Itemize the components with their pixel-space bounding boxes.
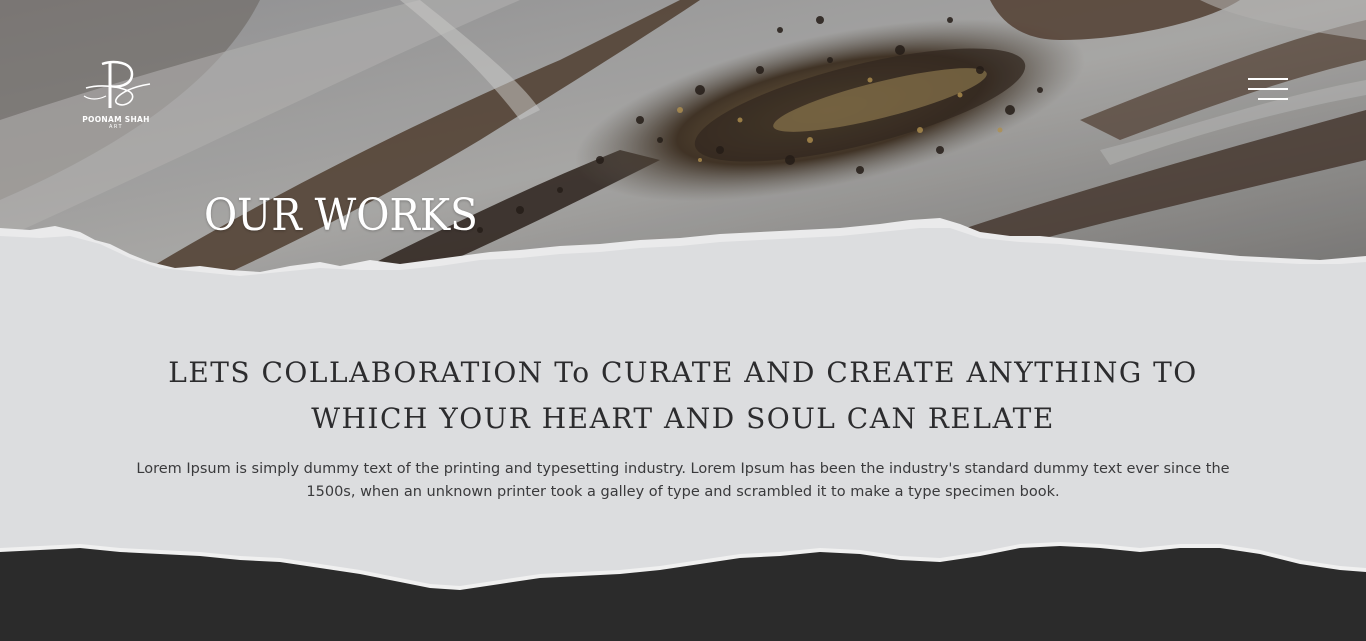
logo-name: POONAM SHAH bbox=[82, 115, 150, 124]
intro-headline: LETS COLLABORATION To CURATE AND CREATE … bbox=[168, 356, 1198, 435]
hamburger-line bbox=[1248, 88, 1288, 90]
page-title: OUR WORKS bbox=[204, 190, 478, 241]
site-logo[interactable]: POONAM SHAH ART bbox=[80, 58, 156, 134]
intro-body: Lorem Ipsum is simply dummy text of the … bbox=[136, 461, 1230, 500]
hero-banner: POONAM SHAH ART OUR WORKS bbox=[0, 0, 1366, 290]
logo-subtitle: ART bbox=[108, 124, 124, 130]
hamburger-line bbox=[1258, 98, 1288, 100]
intro-section: LETS COLLABORATION To CURATE AND CREATE … bbox=[0, 350, 1366, 504]
logo-monogram-icon bbox=[83, 60, 151, 108]
menu-button[interactable] bbox=[1244, 78, 1288, 104]
hamburger-menu-icon bbox=[1248, 78, 1288, 80]
footer-torn-band bbox=[0, 542, 1366, 641]
page: POONAM SHAH ART OUR WORKS LETS COLLABORA… bbox=[0, 0, 1366, 641]
